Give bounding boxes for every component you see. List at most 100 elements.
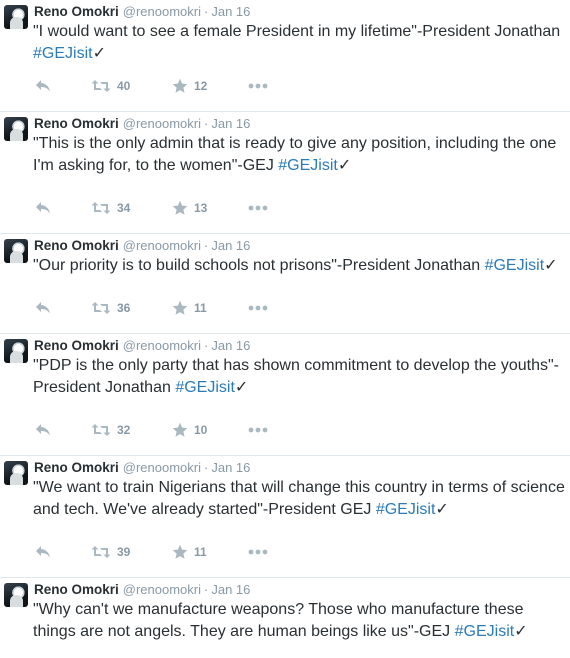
tweet-text-body: "PDP is the only party that has shown co… xyxy=(33,357,559,396)
tweet-timestamp[interactable]: Jan 16 xyxy=(211,238,250,253)
author-handle[interactable]: @renoomokri xyxy=(123,4,201,19)
tweet-text: "Why can't we manufacture weapons? Those… xyxy=(33,599,567,643)
avatar[interactable] xyxy=(4,339,28,363)
avatar[interactable] xyxy=(4,583,28,607)
retweet-button[interactable]: 34 xyxy=(91,199,130,217)
checkmark-text: ✓ xyxy=(92,45,106,62)
favorite-button[interactable]: 11 xyxy=(172,543,207,561)
tweet-text-body: "I would want to see a female President … xyxy=(33,23,561,40)
tweet-item[interactable]: Reno Omokri @renoomokri · Jan 16 "I would w… xyxy=(0,0,570,112)
tweet-item[interactable]: Reno Omokri @renoomokri · Jan 16 "We want t… xyxy=(0,456,570,578)
more-button[interactable] xyxy=(248,299,268,317)
reply-icon xyxy=(36,424,50,436)
tweet-header: Reno Omokri @renoomokri · Jan 16 xyxy=(34,337,250,355)
tweet-timestamp[interactable]: Jan 16 xyxy=(211,338,250,353)
more-icon xyxy=(248,549,268,555)
retweet-count: 36 xyxy=(117,301,131,315)
checkmark-text: ✓ xyxy=(337,157,352,174)
tweet-actions: 34 13 xyxy=(35,199,295,217)
hashtag-link[interactable]: #GEJisit xyxy=(376,501,436,518)
star-icon xyxy=(172,300,188,315)
tweet-text-body: "Why can't we manufacture weapons? Those… xyxy=(33,601,524,640)
more-button[interactable] xyxy=(248,421,268,439)
tweet-timestamp[interactable]: Jan 16 xyxy=(211,116,250,131)
tweet-header: Reno Omokri @renoomokri · Jan 16 xyxy=(34,3,250,21)
more-icon xyxy=(248,83,268,89)
retweet-icon xyxy=(91,546,111,558)
checkmark-text: ✓ xyxy=(435,501,449,518)
reply-button[interactable] xyxy=(35,77,51,95)
tweet-header: Reno Omokri @renoomokri · Jan 16 xyxy=(34,237,250,255)
favorite-button[interactable]: 10 xyxy=(172,421,207,439)
retweet-count: 32 xyxy=(117,423,131,437)
author-handle[interactable]: @renoomokri xyxy=(123,460,201,475)
tweet-item[interactable]: Reno Omokri @renoomokri · Jan 16 "PDP is th… xyxy=(0,334,570,456)
tweet-actions: 40 12 xyxy=(35,77,295,95)
meta-separator: · xyxy=(204,338,209,353)
author-name[interactable]: Reno Omokri xyxy=(34,238,119,253)
reply-button[interactable] xyxy=(35,543,51,561)
author-name[interactable]: Reno Omokri xyxy=(34,338,119,353)
star-icon xyxy=(172,200,188,215)
hashtag-link[interactable]: #GEJisit xyxy=(278,157,338,174)
tweet-text-body: "We want to train Nigerians that will ch… xyxy=(33,479,565,518)
retweet-count: 40 xyxy=(117,79,131,93)
author-name[interactable]: Reno Omokri xyxy=(34,116,119,131)
author-name[interactable]: Reno Omokri xyxy=(34,460,119,475)
checkmark-text: ✓ xyxy=(544,257,558,274)
meta-separator: · xyxy=(204,238,209,253)
favorite-count: 11 xyxy=(194,545,207,559)
more-button[interactable] xyxy=(248,199,268,217)
tweet-timestamp[interactable]: Jan 16 xyxy=(211,4,250,19)
checkmark-text: ✓ xyxy=(234,379,249,396)
meta-separator: · xyxy=(204,582,209,597)
author-name[interactable]: Reno Omokri xyxy=(34,4,119,19)
more-icon xyxy=(248,305,268,311)
retweet-button[interactable]: 39 xyxy=(91,543,130,561)
retweet-button[interactable]: 36 xyxy=(91,299,130,317)
hashtag-link[interactable]: #GEJisit xyxy=(485,257,545,274)
tweet-actions: 36 11 xyxy=(35,299,295,317)
tweet-item[interactable]: Reno Omokri @renoomokri · Jan 16 "This is t… xyxy=(0,112,570,234)
avatar[interactable] xyxy=(4,461,28,485)
reply-button[interactable] xyxy=(35,199,51,217)
avatar[interactable] xyxy=(4,117,28,141)
tweet-timeline: Reno Omokri @renoomokri · Jan 16 "I would w… xyxy=(0,0,570,658)
favorite-button[interactable]: 12 xyxy=(172,77,207,95)
favorite-count: 10 xyxy=(194,423,208,437)
favorite-count: 11 xyxy=(194,301,207,315)
retweet-button[interactable]: 32 xyxy=(91,421,130,439)
tweet-text: "PDP is the only party that has shown co… xyxy=(33,355,567,399)
favorite-button[interactable]: 13 xyxy=(172,199,207,217)
tweet-item[interactable]: Reno Omokri @renoomokri · Jan 16 "Why can't… xyxy=(0,578,570,658)
reply-button[interactable] xyxy=(35,299,51,317)
hashtag-link[interactable]: #GEJisit xyxy=(455,623,515,640)
avatar[interactable] xyxy=(4,5,28,29)
hashtag-link[interactable]: #GEJisit xyxy=(33,45,93,62)
favorite-button[interactable]: 11 xyxy=(172,299,207,317)
tweet-timestamp[interactable]: Jan 16 xyxy=(211,460,250,475)
retweet-button[interactable]: 40 xyxy=(91,77,130,95)
more-button[interactable] xyxy=(248,543,268,561)
tweet-text: "We want to train Nigerians that will ch… xyxy=(33,477,567,521)
tweet-timestamp[interactable]: Jan 16 xyxy=(211,582,250,597)
star-icon xyxy=(172,422,188,437)
retweet-count: 39 xyxy=(117,545,131,559)
avatar[interactable] xyxy=(4,239,28,263)
retweet-count: 34 xyxy=(117,201,131,215)
author-name[interactable]: Reno Omokri xyxy=(34,582,119,597)
more-button[interactable] xyxy=(248,77,268,95)
star-icon xyxy=(172,544,188,559)
author-handle[interactable]: @renoomokri xyxy=(123,338,201,353)
favorite-count: 12 xyxy=(194,79,208,93)
checkmark-text: ✓ xyxy=(514,623,528,640)
hashtag-link[interactable]: #GEJisit xyxy=(175,379,235,396)
reply-button[interactable] xyxy=(35,421,51,439)
author-handle[interactable]: @renoomokri xyxy=(123,116,201,131)
retweet-icon xyxy=(91,202,111,214)
reply-icon xyxy=(36,302,50,314)
author-handle[interactable]: @renoomokri xyxy=(123,582,201,597)
tweet-item[interactable]: Reno Omokri @renoomokri · Jan 16 "Our prior… xyxy=(0,234,570,334)
meta-separator: · xyxy=(204,460,209,475)
author-handle[interactable]: @renoomokri xyxy=(123,238,201,253)
